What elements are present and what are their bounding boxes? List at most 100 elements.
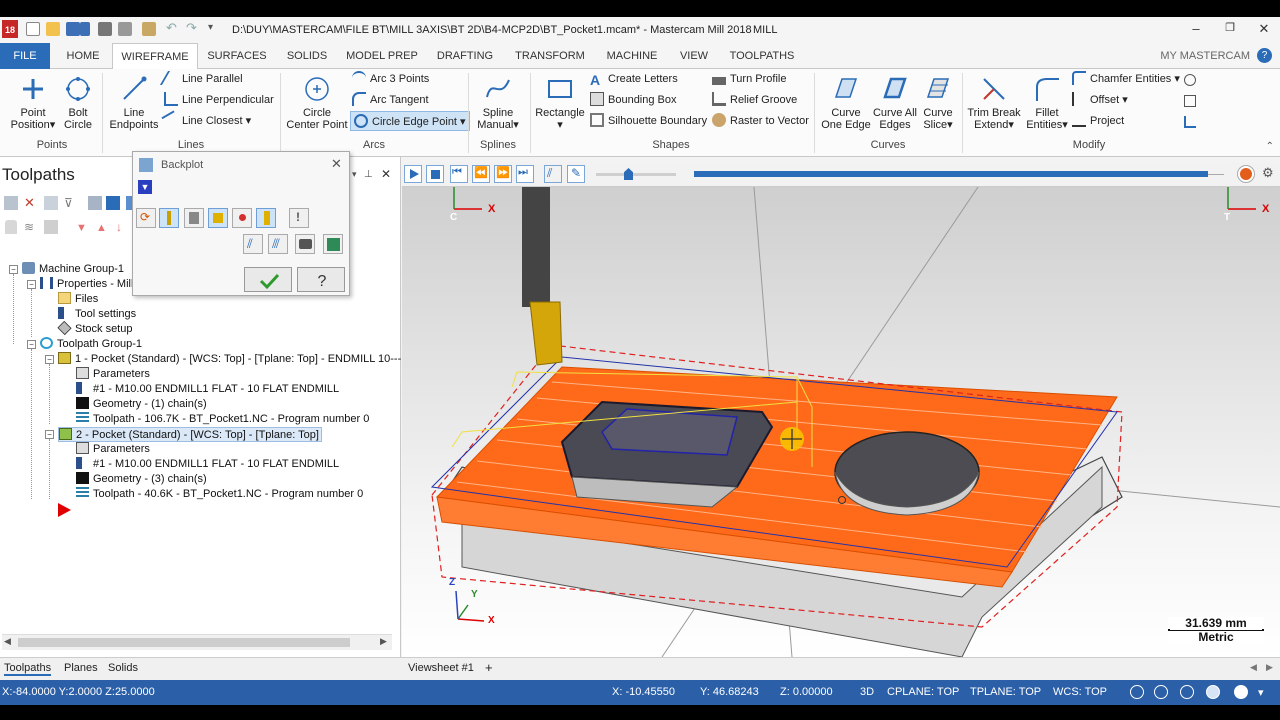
restore-icon[interactable]: ❐ <box>1220 21 1240 34</box>
spline-manual-button[interactable]: Spline Manual▾ <box>472 75 524 131</box>
tree-op2-geometry[interactable]: Geometry - (3) chain(s) <box>76 472 207 487</box>
move-down-icon[interactable]: ▼ <box>76 222 87 234</box>
curve-slice-button[interactable]: Curve Slice▾ <box>918 75 958 131</box>
record-button[interactable] <box>1238 166 1254 182</box>
help-circle-icon[interactable]: ? <box>1257 48 1272 63</box>
tab-machine[interactable]: MACHINE <box>600 43 664 69</box>
playback-progress-track[interactable] <box>694 167 1224 182</box>
tab-solids[interactable]: SOLIDS <box>278 43 336 69</box>
tree-expander[interactable]: − <box>27 280 36 289</box>
tab-model-prep[interactable]: MODEL PREP <box>342 43 422 69</box>
scroll-right-icon[interactable]: ▶ <box>380 636 387 647</box>
line-perpendicular-button[interactable]: Line Perpendicular <box>164 90 274 110</box>
go-start-button[interactable]: ⏮ <box>450 165 468 183</box>
rectangle-button[interactable]: Rectangle ▾ <box>534 75 586 131</box>
circle-dropdown-icon[interactable] <box>1184 74 1196 86</box>
tree-toolpath-group[interactable]: Toolpath Group-1 <box>40 337 142 352</box>
raster-to-vector-button[interactable]: Raster to Vector <box>712 111 809 131</box>
line-closest-button[interactable]: Line Closest ▾ <box>161 110 251 131</box>
viewsheet-scroll-left-icon[interactable]: ◀ <box>1250 662 1257 673</box>
tree-operation-1[interactable]: 1 - Pocket (Standard) - [WCS: Top] - [Tp… <box>58 352 417 367</box>
save-as-icon[interactable] <box>80 22 90 36</box>
bounding-box-button[interactable]: Bounding Box <box>590 90 677 110</box>
offset-button[interactable]: Offset ▾ <box>1072 90 1128 110</box>
filter-icon[interactable]: ⊽ <box>64 196 78 210</box>
project-button[interactable]: Project <box>1072 111 1124 131</box>
save-icon[interactable] <box>66 22 80 36</box>
tree-op1-toolpath[interactable]: Toolpath - 106.7K - BT_Pocket1.NC - Prog… <box>76 412 369 427</box>
backplot-ok-button[interactable] <box>244 267 292 292</box>
display-rapid-button[interactable] <box>208 208 228 228</box>
relief-groove-button[interactable]: Relief Groove <box>712 90 797 110</box>
tree-expander[interactable]: − <box>45 430 54 439</box>
tree-machine-group[interactable]: Machine Group-1 <box>22 262 124 277</box>
minimize-icon[interactable]: – <box>1186 21 1206 36</box>
arc-tangent-button[interactable]: Arc Tangent <box>352 90 429 110</box>
status-tplane[interactable]: TPLANE: TOP <box>970 686 1041 698</box>
regenerate-icon[interactable] <box>88 196 102 210</box>
tab-file[interactable]: FILE <box>0 43 50 69</box>
insert-marker-arrow-icon[interactable] <box>58 503 71 517</box>
graphics-viewport[interactable]: C X T X Z Y X <box>402 187 1280 657</box>
lock-icon[interactable] <box>5 220 17 234</box>
toggle-post-icon[interactable] <box>44 220 58 234</box>
backplot-close-icon[interactable]: ✕ <box>331 156 342 172</box>
line-parallel-button[interactable]: Line Parallel <box>159 69 243 89</box>
show-cut-button[interactable]: ✎ <box>567 165 585 183</box>
step-forward-button[interactable]: ⏩ <box>494 165 512 183</box>
render-sphere-icon[interactable] <box>1234 685 1248 699</box>
viewsheet-scroll-right-icon[interactable]: ▶ <box>1266 662 1273 673</box>
silhouette-boundary-button[interactable]: Silhouette Boundary <box>590 111 707 131</box>
status-wcs[interactable]: WCS: TOP <box>1053 686 1107 698</box>
save-geometry-button[interactable] <box>323 234 343 254</box>
tab-toolpaths-panel[interactable]: Toolpaths <box>4 662 52 676</box>
arc-3-points-button[interactable]: Arc 3 Points <box>352 69 429 89</box>
tab-home[interactable]: HOME <box>56 43 110 69</box>
status-menu-icon[interactable]: ▾ <box>1258 686 1264 699</box>
tab-surfaces[interactable]: SURFACES <box>202 43 272 69</box>
panel-close-icon[interactable]: ✕ <box>381 167 391 181</box>
tree-op1-tool[interactable]: #1 - M10.00 ENDMILL1 FLAT - 10 FLAT ENDM… <box>76 382 339 397</box>
undo-icon[interactable]: ↶ <box>166 21 180 36</box>
point-position-button[interactable]: Point Position▾ <box>10 75 56 131</box>
tree-op1-geometry[interactable]: Geometry - (1) chain(s) <box>76 397 207 412</box>
select-failed-icon[interactable] <box>44 196 58 210</box>
tree-properties[interactable]: Properties - Mill D <box>40 277 144 292</box>
create-letters-button[interactable]: A Create Letters <box>590 69 678 89</box>
display-holder-button[interactable] <box>184 208 204 228</box>
close-icon[interactable]: ✕ <box>1254 21 1274 37</box>
viewport-scene[interactable] <box>402 187 1280 657</box>
play-button[interactable] <box>404 165 422 183</box>
tab-transform[interactable]: TRANSFORM <box>508 43 592 69</box>
playback-options-icon[interactable]: ⚙ <box>1262 165 1274 181</box>
select-all-icon[interactable] <box>4 196 18 210</box>
tree-op2-tool[interactable]: #1 - M10.00 ENDMILL1 FLAT - 10 FLAT ENDM… <box>76 457 339 472</box>
tree-op1-parameters[interactable]: Parameters <box>76 367 150 382</box>
scroll-thumb[interactable] <box>18 638 350 647</box>
info-button[interactable]: ! <box>289 208 309 228</box>
go-end-button[interactable]: ⏭ <box>516 165 534 183</box>
turn-profile-button[interactable]: Turn Profile <box>712 69 786 89</box>
backplot-icon[interactable] <box>106 196 120 210</box>
display-tool-button[interactable] <box>159 208 179 228</box>
translucent-globe-icon[interactable] <box>1180 685 1194 699</box>
panel-pin-icon[interactable]: ⊥ <box>364 169 373 180</box>
panel-dropdown-icon[interactable]: ▾ <box>352 169 357 180</box>
print-preview-icon[interactable] <box>118 22 132 36</box>
status-3d-toggle[interactable]: 3D <box>860 686 874 698</box>
chamfer-entities-button[interactable]: Chamfer Entities ▾ <box>1072 69 1180 89</box>
shaded-sphere-icon[interactable] <box>1206 685 1220 699</box>
tab-drafting[interactable]: DRAFTING <box>430 43 500 69</box>
screenshot-button[interactable] <box>295 234 315 254</box>
display-entity-button[interactable] <box>232 208 252 228</box>
tree-expander[interactable]: − <box>45 355 54 364</box>
open-folder-icon[interactable] <box>46 22 60 36</box>
step-mode-button[interactable]: ⫽ <box>243 234 263 254</box>
collapse-chevron-icon[interactable]: ▼ <box>138 180 152 194</box>
trim-break-extend-button[interactable]: Trim Break Extend▾ <box>964 75 1024 131</box>
tree-stock-setup[interactable]: Stock setup <box>57 320 132 337</box>
tab-planes-panel[interactable]: Planes <box>64 662 98 674</box>
toggle-display-icon[interactable]: ≋ <box>24 220 38 234</box>
fillet-entities-button[interactable]: Fillet Entities▾ <box>1024 75 1070 131</box>
print-icon[interactable] <box>98 22 112 36</box>
